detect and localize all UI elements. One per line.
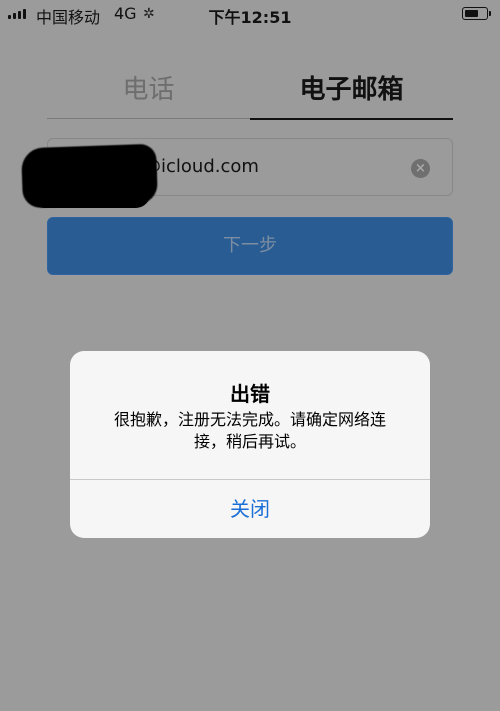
close-button[interactable]: 关闭 xyxy=(70,480,430,538)
status-bar: 中国移动 4G ✲ 下午12:51 xyxy=(0,0,500,28)
tab-email[interactable]: 电子邮箱 xyxy=(250,70,453,120)
alert-message: 很抱歉，注册无法完成。请确定网络连接，稍后再试。 xyxy=(113,410,386,451)
alert-title: 出错 xyxy=(230,382,270,406)
error-alert: 出错 很抱歉，注册无法完成。请确定网络连接，稍后再试。 关闭 xyxy=(70,351,430,538)
next-button[interactable]: 下一步 xyxy=(47,217,453,275)
clear-input-icon[interactable]: × xyxy=(411,159,430,178)
tab-phone[interactable]: 电话 xyxy=(47,70,250,119)
status-time: 下午12:51 xyxy=(208,8,292,27)
redaction-mark xyxy=(30,150,150,208)
email-field-value: @icloud.com xyxy=(143,156,259,177)
battery-icon xyxy=(462,7,491,20)
